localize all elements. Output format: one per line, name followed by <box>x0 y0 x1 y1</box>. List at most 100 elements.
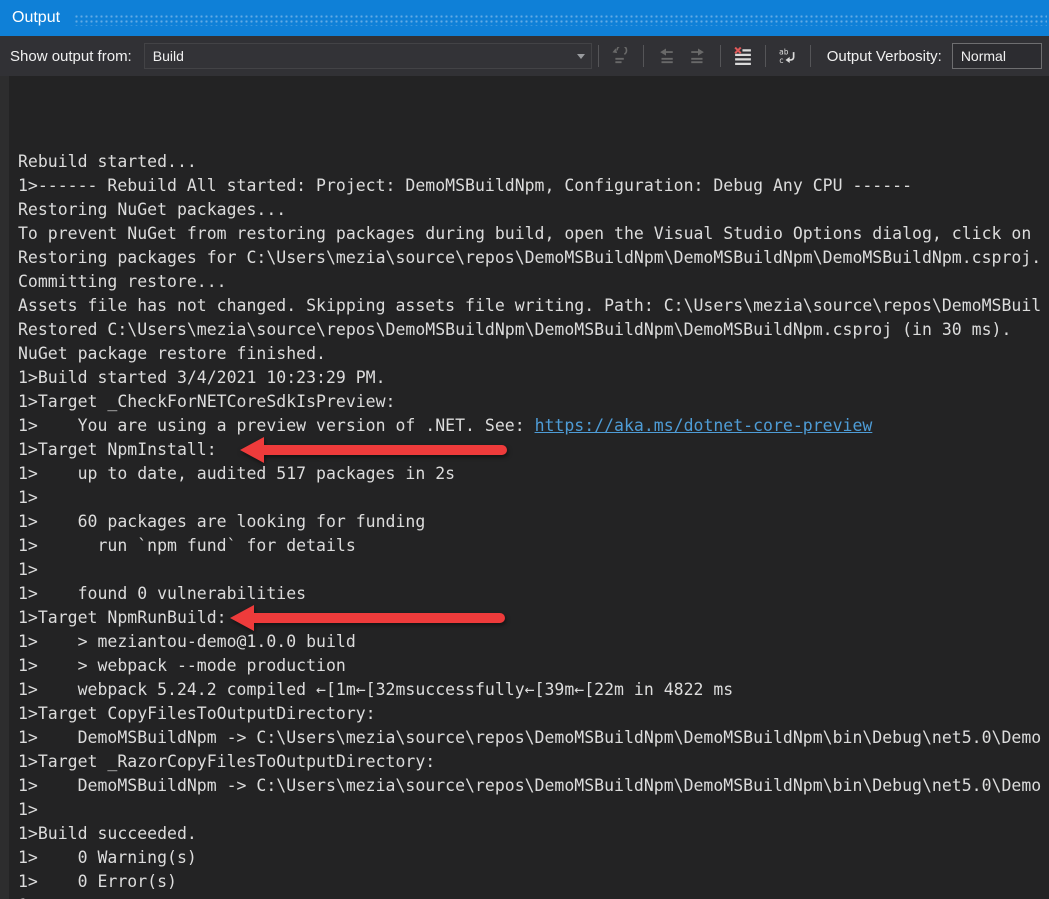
output-line: 1> webpack 5.24.2 compiled ←[1m←[32msucc… <box>18 678 1049 702</box>
clear-all-button[interactable] <box>728 41 758 71</box>
output-line: 1> <box>18 894 1049 899</box>
output-line-text: 1> <box>18 560 38 579</box>
output-verbosity-label: Output Verbosity: <box>827 48 942 65</box>
arrow-shaft <box>263 445 507 455</box>
output-line: 1>Build started 3/4/2021 10:23:29 PM. <box>18 366 1049 390</box>
next-message-button[interactable] <box>683 41 713 71</box>
output-line: Rebuild started... <box>18 150 1049 174</box>
toolbar-separator <box>765 45 766 67</box>
dotnet-preview-link[interactable]: https://aka.ms/dotnet-core-preview <box>535 416 873 435</box>
output-line-text: 1> DemoMSBuildNpm -> C:\Users\mezia\sour… <box>18 728 1041 747</box>
output-line-text: 1>Build succeeded. <box>18 824 197 843</box>
output-line-text: 1>Build started 3/4/2021 10:23:29 PM. <box>18 368 386 387</box>
output-verbosity-value: Normal <box>961 48 1035 64</box>
output-line: 1> up to date, audited 517 packages in 2… <box>18 462 1049 486</box>
output-line: Assets file has not changed. Skipping as… <box>18 294 1049 318</box>
arrow-head <box>240 437 264 463</box>
output-line: Restoring NuGet packages... <box>18 198 1049 222</box>
output-line-text: 1> webpack 5.24.2 compiled ←[1m←[32msucc… <box>18 680 733 699</box>
output-line-text: 1> 0 Error(s) <box>18 872 177 891</box>
output-line: Committing restore... <box>18 270 1049 294</box>
output-line-text: 1>Target CopyFilesToOutputDirectory: <box>18 704 376 723</box>
output-line: 1> <box>18 558 1049 582</box>
output-verbosity-dropdown[interactable]: Normal <box>952 43 1042 69</box>
output-line-text: 1>Target NpmRunBuild: <box>18 608 227 627</box>
output-line-text: 1>Target NpmInstall: <box>18 440 217 459</box>
show-output-from-dropdown[interactable]: Build <box>144 43 592 69</box>
output-line-text: 1> 60 packages are looking for funding <box>18 512 425 531</box>
toolbar-separator <box>720 45 721 67</box>
output-toolbar: Show output from: Build <box>0 36 1049 76</box>
output-line-text: 1> <box>18 488 38 507</box>
word-wrap-button[interactable]: ab c <box>773 41 803 71</box>
output-line-text: 1> You are using a preview version of .N… <box>18 416 535 435</box>
output-line: To prevent NuGet from restoring packages… <box>18 222 1049 246</box>
output-gutter <box>0 76 9 899</box>
output-line-text: 1> run `npm fund` for details <box>18 536 356 555</box>
output-line-text: Assets file has not changed. Skipping as… <box>18 296 1041 315</box>
output-line: 1> run `npm fund` for details <box>18 534 1049 558</box>
output-line: 1>Target CopyFilesToOutputDirectory: <box>18 702 1049 726</box>
output-line: 1>Target _CheckForNETCoreSdkIsPreview: <box>18 390 1049 414</box>
output-line: 1>------ Rebuild All started: Project: D… <box>18 174 1049 198</box>
output-line-text: Rebuild started... <box>18 152 197 171</box>
output-line: 1> > meziantou-demo@1.0.0 build <box>18 630 1049 654</box>
output-line-text: 1>Target _RazorCopyFilesToOutputDirector… <box>18 752 435 771</box>
output-panel-titlebar[interactable]: Output <box>0 0 1049 36</box>
output-line-text: To prevent NuGet from restoring packages… <box>18 224 1031 243</box>
output-line: NuGet package restore finished. <box>18 342 1049 366</box>
toolbar-separator <box>810 45 811 67</box>
toolbar-separator <box>643 45 644 67</box>
output-line-text: 1> found 0 vulnerabilities <box>18 584 306 603</box>
output-lines-container: Rebuild started... 1>------ Rebuild All s… <box>18 150 1049 899</box>
output-line: 1>Build succeeded. <box>18 822 1049 846</box>
output-line: 1>Target NpmInstall: <box>18 438 1049 462</box>
output-line: 1> 0 Warning(s) <box>18 846 1049 870</box>
svg-text:c: c <box>779 56 784 65</box>
output-line: 1> <box>18 798 1049 822</box>
panel-title: Output <box>12 9 60 27</box>
red-arrow-annotation <box>240 437 507 463</box>
next-message-icon <box>689 47 707 65</box>
output-line-text: Restoring NuGet packages... <box>18 200 286 219</box>
output-line-text: 1> > webpack --mode production <box>18 656 346 675</box>
output-line-text: NuGet package restore finished. <box>18 344 326 363</box>
output-line: 1> found 0 vulnerabilities <box>18 582 1049 606</box>
arrow-shaft <box>253 613 505 623</box>
output-line: 1> 60 packages are looking for funding <box>18 510 1049 534</box>
find-message-icon <box>612 47 630 65</box>
red-arrow-annotation <box>230 605 505 631</box>
output-line: 1> You are using a preview version of .N… <box>18 414 1049 438</box>
output-line: Restoring packages for C:\Users\mezia\so… <box>18 246 1049 270</box>
output-line-text: 1> > meziantou-demo@1.0.0 build <box>18 632 356 651</box>
output-line-text: 1> 0 Warning(s) <box>18 848 197 867</box>
output-line: 1> 0 Error(s) <box>18 870 1049 894</box>
output-line: 1>Target _RazorCopyFilesToOutputDirector… <box>18 750 1049 774</box>
find-message-in-code-button[interactable] <box>606 41 636 71</box>
chevron-down-icon <box>577 54 585 59</box>
output-line: Restored C:\Users\mezia\source\repos\Dem… <box>18 318 1049 342</box>
show-output-from-label: Show output from: <box>10 48 132 65</box>
output-line-text: Restoring packages for C:\Users\mezia\so… <box>18 248 1041 267</box>
output-line: 1> DemoMSBuildNpm -> C:\Users\mezia\sour… <box>18 774 1049 798</box>
output-line: 1>Target NpmRunBuild: <box>18 606 1049 630</box>
output-line: 1> DemoMSBuildNpm -> C:\Users\mezia\sour… <box>18 726 1049 750</box>
word-wrap-icon: ab c <box>779 47 797 65</box>
clear-all-icon <box>734 47 752 65</box>
previous-message-button[interactable] <box>651 41 681 71</box>
output-log[interactable]: Rebuild started... 1>------ Rebuild All s… <box>0 76 1049 899</box>
output-line-text: 1>Target _CheckForNETCoreSdkIsPreview: <box>18 392 396 411</box>
previous-message-icon <box>657 47 675 65</box>
output-line-text: Committing restore... <box>18 272 227 291</box>
toolbar-separator <box>598 45 599 67</box>
output-line-text: 1>------ Rebuild All started: Project: D… <box>18 176 912 195</box>
output-line: 1> <box>18 486 1049 510</box>
arrow-head <box>230 605 254 631</box>
output-line-text: 1> up to date, audited 517 packages in 2… <box>18 464 455 483</box>
output-line: 1> > webpack --mode production <box>18 654 1049 678</box>
output-line-text: Restored C:\Users\mezia\source\repos\Dem… <box>18 320 1011 339</box>
titlebar-drag-dots <box>74 13 1047 26</box>
output-line-text: 1> DemoMSBuildNpm -> C:\Users\mezia\sour… <box>18 776 1041 795</box>
output-line-text: 1> <box>18 800 38 819</box>
show-output-from-value: Build <box>153 48 571 64</box>
